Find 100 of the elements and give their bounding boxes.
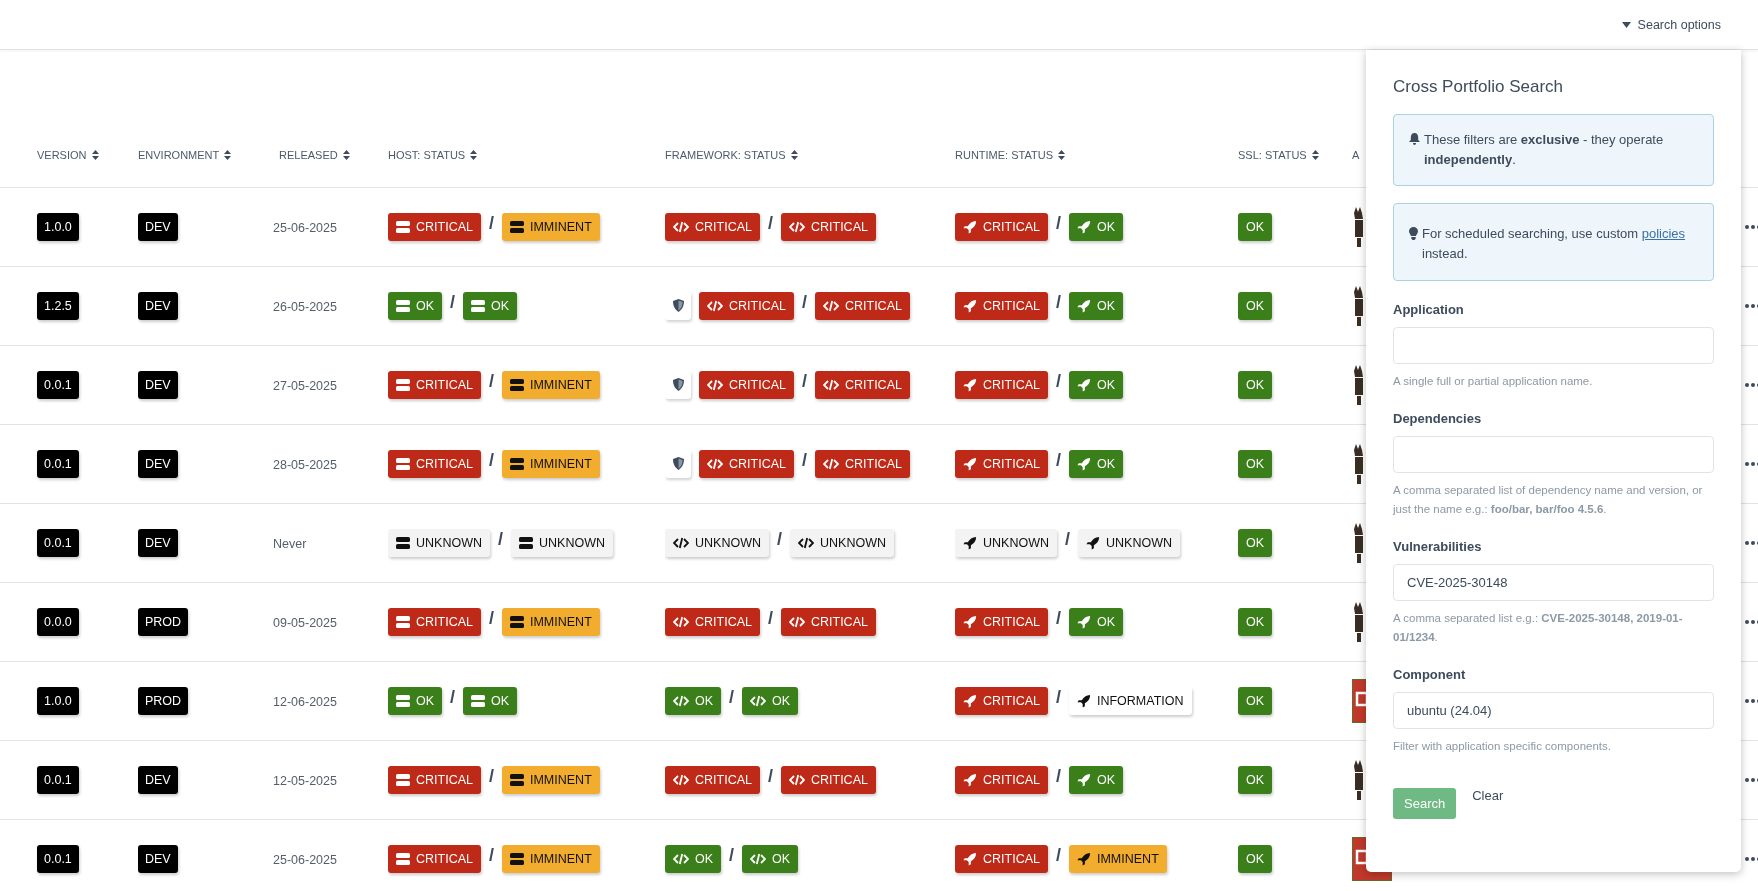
- status-badge: IMMINENT: [501, 844, 600, 873]
- status-badge: CRITICAL: [955, 686, 1048, 715]
- rocket-icon: [963, 298, 977, 313]
- help-text: A single full or partial application name.: [1393, 374, 1594, 389]
- code-icon: [673, 773, 689, 786]
- status-badge: OK: [388, 686, 443, 715]
- slash-separator: /: [488, 845, 494, 866]
- status-badge: OK: [1068, 607, 1124, 636]
- more-icon[interactable]: [1744, 776, 1758, 783]
- search-options-toggle[interactable]: Search options: [1621, 17, 1721, 32]
- server-icon: [396, 536, 410, 549]
- more-icon[interactable]: [1744, 618, 1758, 625]
- server-icon: [396, 773, 410, 786]
- more-icon[interactable]: [1744, 697, 1758, 704]
- status-badge: OK: [742, 844, 799, 873]
- rocket-icon: [963, 219, 977, 234]
- environment-badge: DEV: [138, 291, 178, 320]
- server-icon: [509, 220, 524, 233]
- more-icon[interactable]: [1744, 855, 1758, 862]
- environment-badge: DEV: [138, 844, 178, 873]
- environment-badge: DEV: [138, 528, 178, 557]
- slash-separator: /: [767, 213, 773, 234]
- slash-separator: /: [497, 529, 503, 550]
- rocket-icon: [963, 772, 977, 787]
- status-badge: OK: [463, 686, 518, 715]
- status-badge: OK: [1238, 291, 1273, 320]
- status-badge: CRITICAL: [955, 607, 1048, 636]
- more-icon[interactable]: [1744, 302, 1758, 309]
- status-badge: UNKNOWN: [955, 528, 1057, 557]
- input-field[interactable]: CVE-2025-30148: [1393, 564, 1714, 601]
- status-badge: IMMINENT: [1068, 844, 1167, 873]
- status-badge: CRITICAL: [665, 607, 760, 636]
- more-icon[interactable]: [1744, 381, 1758, 388]
- field-label: Application: [1393, 302, 1465, 317]
- column-header[interactable]: RUNTIME: STATUS: [955, 149, 1065, 162]
- status-badge: IMMINENT: [501, 212, 600, 241]
- status-badge: OK: [463, 291, 518, 320]
- server-icon: [396, 299, 410, 312]
- status-badge: CRITICAL: [388, 844, 481, 873]
- code-icon: [822, 299, 839, 312]
- sort-icon: [91, 150, 99, 161]
- rocket-icon: [963, 693, 977, 708]
- slash-separator: /: [767, 608, 773, 629]
- more-icon[interactable]: [1744, 223, 1758, 230]
- code-icon: [822, 378, 839, 391]
- code-icon: [707, 299, 723, 312]
- input-field[interactable]: ubuntu (24.04): [1393, 692, 1714, 729]
- column-header[interactable]: SSL: STATUS: [1238, 149, 1319, 162]
- version-badge: 0.0.1: [37, 449, 79, 478]
- server-icon: [471, 694, 486, 707]
- slash-separator: /: [729, 845, 735, 866]
- input-field[interactable]: [1393, 436, 1714, 473]
- status-badge: UNKNOWN: [665, 528, 769, 557]
- column-header[interactable]: FRAMEWORK: STATUS: [665, 149, 798, 162]
- code-icon: [673, 852, 689, 865]
- rocket-icon: [1076, 456, 1091, 471]
- more-icon[interactable]: [1744, 460, 1758, 467]
- server-icon: [396, 694, 410, 707]
- slash-separator: /: [488, 213, 494, 234]
- version-badge: 0.0.0: [37, 607, 79, 636]
- slash-separator: /: [1055, 845, 1061, 866]
- input-field[interactable]: [1393, 327, 1714, 364]
- more-icon[interactable]: [1744, 539, 1758, 546]
- status-badge: UNKNOWN: [1078, 528, 1180, 557]
- slash-separator: /: [1055, 608, 1061, 629]
- column-header[interactable]: HOST: STATUS: [388, 149, 478, 162]
- column-header[interactable]: RELEASED: [279, 149, 350, 162]
- slash-separator: /: [729, 687, 735, 708]
- release-date: 12-05-2025: [273, 773, 337, 788]
- release-date: 12-06-2025: [273, 694, 337, 709]
- status-badge: CRITICAL: [699, 370, 794, 399]
- server-icon: [509, 773, 524, 786]
- column-header[interactable]: VERSION: [37, 149, 99, 162]
- slash-separator: /: [488, 450, 494, 471]
- status-badge: IMMINENT: [501, 370, 600, 399]
- version-badge: 0.0.1: [37, 370, 79, 399]
- status-badge: CRITICAL: [388, 607, 481, 636]
- version-badge: 1.0.0: [37, 686, 79, 715]
- sort-icon: [1058, 150, 1065, 161]
- server-icon: [509, 378, 524, 391]
- code-icon: [798, 536, 814, 549]
- status-badge: IMMINENT: [501, 449, 600, 478]
- caret-icon: [1621, 21, 1631, 28]
- status-badge: OK: [665, 844, 722, 873]
- server-icon: [396, 378, 410, 391]
- slash-separator: /: [1055, 687, 1061, 708]
- server-icon: [509, 457, 524, 470]
- shield-icon: [672, 457, 684, 470]
- status-badge: IMMINENT: [501, 607, 600, 636]
- server-icon: [509, 615, 524, 628]
- code-icon: [750, 852, 767, 865]
- environment-badge: DEV: [138, 765, 178, 794]
- status-badge: CRITICAL: [699, 449, 794, 478]
- notice-text: These filters are exclusive - they operate independently.: [1424, 131, 1665, 169]
- column-header[interactable]: ENVIRONMENT: [138, 149, 232, 162]
- clear-link[interactable]: Clear: [1472, 788, 1504, 803]
- slash-separator: /: [488, 608, 494, 629]
- status-badge: OK: [1238, 370, 1273, 399]
- slash-separator: /: [1055, 213, 1061, 234]
- policies-link[interactable]: policies: [1641, 226, 1686, 241]
